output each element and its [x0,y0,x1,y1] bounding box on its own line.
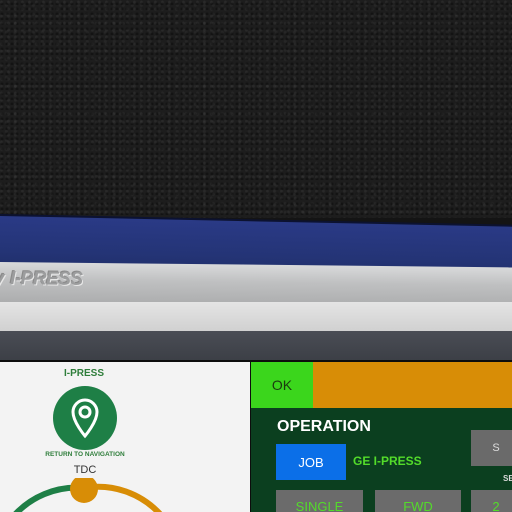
photo-scene: y I-PRESS I-PRESS RETURN TO NAVIGATION TD… [0,0,512,512]
return-to-navigation-button[interactable] [53,386,117,450]
brand-right-text: I-PRESS [10,268,83,290]
machine-housing [0,0,512,218]
mode-label: GE I-PRESS [353,454,422,468]
single-button[interactable]: SINGLE [276,490,363,512]
stroke-position-gauge [13,478,163,512]
gauge-indicator [70,478,98,503]
side-button[interactable]: S [471,430,512,466]
brand-left-text: y [0,267,5,290]
location-pin-icon [71,398,99,439]
display-bezel-inner [0,331,512,361]
operation-pane: OK OPERATION JOB GE I-PRESS S SE SINGLE … [251,362,512,512]
tdc-label: TDC [73,464,97,476]
third-button[interactable]: 2 [471,490,512,512]
display-bezel-top [0,302,512,334]
navigation-title: I-PRESS [63,368,104,379]
brand-engraving: y I-PRESS [0,268,83,291]
operation-title: OPERATION [277,418,371,435]
side-note: SE [503,474,512,483]
job-button[interactable]: JOB [276,444,346,480]
status-warning-bar [313,362,512,408]
return-to-navigation-label: RETURN TO NAVIGATION [45,451,125,458]
status-ok-indicator: OK [251,362,313,408]
navigation-pane: I-PRESS RETURN TO NAVIGATION TDC [0,362,250,512]
fwd-button[interactable]: FWD [375,490,461,512]
